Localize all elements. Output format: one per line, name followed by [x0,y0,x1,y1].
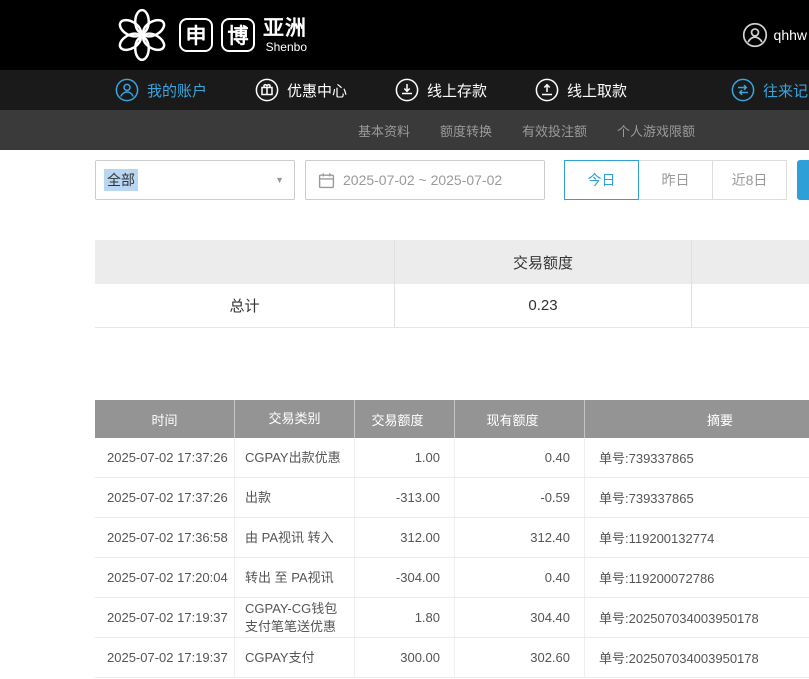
online-withdrawal-icon [535,78,559,102]
subnav-item-credit-transfer[interactable]: 额度转换 [440,121,492,140]
summary-header-empty [95,240,395,284]
cell-type: 由 PA视讯 转入 [235,518,355,557]
summary-header-row: 交易额度 [95,240,809,284]
search-button[interactable] [797,160,809,200]
nav-label: 我的账户 [147,80,207,101]
top-header: 申 博 亚洲 Shenbo qhhw [0,0,809,70]
summary-total-label: 总计 [95,284,395,327]
nav-item-transaction-records[interactable]: 往来记录 [731,78,809,102]
promotions-icon [255,78,279,102]
logo-region: 亚洲 Shenbo [263,18,307,53]
cell-balance: 304.40 [455,598,585,637]
cell-time: 2025-07-02 17:37:26 [95,478,235,517]
cell-amount: 300.00 [355,638,455,677]
username-label: qhhw [774,27,807,43]
cell-type: CGPAY支付 [235,638,355,677]
cell-type: CGPAY-CG钱包支付笔笔送优惠 [235,598,355,637]
brand-logo[interactable]: 申 博 亚洲 Shenbo [113,6,307,64]
cell-type: 出款 [235,478,355,517]
main-navigation: 我的账户 优惠中心 线上存款 [0,70,809,110]
logo-char-bo: 博 [221,18,255,52]
table-row: 2025-07-02 17:19:37 CGPAY支付 300.00 302.6… [95,638,809,678]
range-today-button[interactable]: 今日 [564,160,639,200]
cell-balance: 0.40 [455,438,585,477]
user-account[interactable]: qhhw [742,0,807,70]
cell-type: 转出 至 PA视讯 [235,558,355,597]
cell-note: 单号:202507034003950178 [585,598,809,637]
cell-amount: -304.00 [355,558,455,597]
logo-subtitle: Shenbo [263,41,307,53]
subnav-item-valid-bets[interactable]: 有效投注额 [522,121,587,140]
nav-item-promotions[interactable]: 优惠中心 [255,78,347,102]
nav-label: 往来记录 [763,80,809,101]
nav-item-online-deposit[interactable]: 线上存款 [395,78,487,102]
records-header-row: 时间 交易类别 交易额度 现有额度 摘要 [95,400,809,438]
cell-balance: -0.59 [455,478,585,517]
nav-label: 线上存款 [427,80,487,101]
date-range-value: 2025-07-02 ~ 2025-07-02 [343,172,502,188]
my-account-icon [115,78,139,102]
chevron-down-icon: ▼ [275,175,284,185]
online-deposit-icon [395,78,419,102]
cell-type: CGPAY出款优惠 [235,438,355,477]
cell-note: 单号:739337865 [585,438,809,477]
cell-balance: 302.60 [455,638,585,677]
col-header-note: 摘要 [585,400,809,438]
table-row: 2025-07-02 17:19:37 CGPAY-CG钱包支付笔笔送优惠 1.… [95,598,809,638]
records-table: 时间 交易类别 交易额度 现有额度 摘要 2025-07-02 17:37:26… [95,400,809,678]
flower-logo-icon [113,6,171,64]
transaction-type-select[interactable]: 全部 ▼ [95,160,295,200]
selected-type-value: 全部 [104,169,138,191]
cell-time: 2025-07-02 17:19:37 [95,638,235,677]
date-range-input[interactable]: 2025-07-02 ~ 2025-07-02 [305,160,545,200]
col-header-time: 时间 [95,400,235,438]
logo-region-text: 亚洲 [263,18,307,39]
nav-label: 线上取款 [567,80,627,101]
table-row: 2025-07-02 17:36:58 由 PA视讯 转入 312.00 312… [95,518,809,558]
col-header-balance: 现有额度 [455,400,585,438]
cell-note: 单号:119200132774 [585,518,809,557]
cell-time: 2025-07-02 17:19:37 [95,598,235,637]
sub-navigation: 基本资料 额度转换 有效投注额 个人游戏限额 [0,110,809,150]
cell-note: 单号:202507034003950178 [585,638,809,677]
summary-header-empty2 [692,240,809,284]
cell-note: 单号:739337865 [585,478,809,517]
summary-table: 交易额度 总计 0.23 [95,240,809,328]
col-header-type: 交易类别 [235,400,355,438]
nav-item-online-withdrawal[interactable]: 线上取款 [535,78,627,102]
transaction-records-icon [731,78,755,102]
cell-time: 2025-07-02 17:36:58 [95,518,235,557]
nav-item-my-account[interactable]: 我的账户 [115,78,207,102]
range-yesterday-button[interactable]: 昨日 [638,160,713,200]
cell-amount: 312.00 [355,518,455,557]
user-circle-icon [742,22,768,48]
summary-header-amount: 交易额度 [395,240,692,284]
cell-time: 2025-07-02 17:37:26 [95,438,235,477]
cell-balance: 0.40 [455,558,585,597]
table-row: 2025-07-02 17:37:26 出款 -313.00 -0.59 单号:… [95,478,809,518]
cell-amount: 1.00 [355,438,455,477]
cell-amount: -313.00 [355,478,455,517]
table-row: 2025-07-02 17:20:04 转出 至 PA视讯 -304.00 0.… [95,558,809,598]
logo-char-shen: 申 [179,18,213,52]
subnav-item-basic-info[interactable]: 基本资料 [358,121,410,140]
nav-label: 优惠中心 [287,80,347,101]
range-last8days-button[interactable]: 近8日 [712,160,787,200]
summary-total-empty [692,284,809,327]
col-header-amount: 交易额度 [355,400,455,438]
table-row: 2025-07-02 17:37:26 CGPAY出款优惠 1.00 0.40 … [95,438,809,478]
cell-balance: 312.40 [455,518,585,557]
quick-range-group: 今日 昨日 近8日 [565,160,787,200]
subnav-item-game-limits[interactable]: 个人游戏限额 [617,121,695,140]
cell-note: 单号:119200072786 [585,558,809,597]
calendar-icon [318,172,335,189]
filter-bar: 全部 ▼ 2025-07-02 ~ 2025-07-02 今日 昨日 近8日 [0,160,809,200]
cell-amount: 1.80 [355,598,455,637]
cell-time: 2025-07-02 17:20:04 [95,558,235,597]
summary-total-row: 总计 0.23 [95,284,809,328]
summary-total-value: 0.23 [395,284,692,327]
